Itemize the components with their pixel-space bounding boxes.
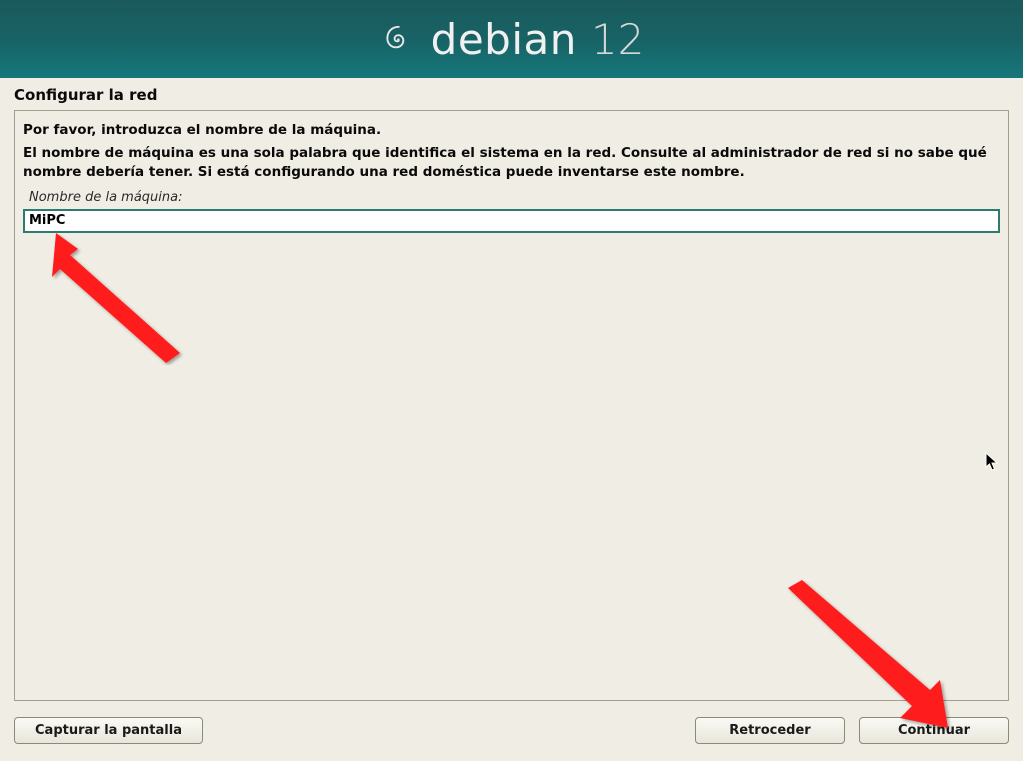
installer-banner: debian 12	[0, 0, 1023, 78]
brand-version: 12	[591, 15, 644, 64]
bottom-toolbar: Capturar la pantalla Retroceder Continua…	[0, 711, 1023, 761]
configure-network-panel: Por favor, introduzca el nombre de la má…	[14, 110, 1009, 701]
description-text: El nombre de máquina es una sola palabra…	[23, 144, 1000, 182]
main-area: Por favor, introduzca el nombre de la má…	[0, 110, 1023, 711]
prompt-text: Por favor, introduzca el nombre de la má…	[23, 121, 1000, 140]
continue-button[interactable]: Continuar	[859, 717, 1009, 744]
hostname-input[interactable]	[23, 209, 1000, 233]
banner-content: debian 12	[379, 15, 645, 64]
screenshot-button[interactable]: Capturar la pantalla	[14, 717, 203, 744]
page-title: Configurar la red	[0, 78, 1023, 110]
hostname-label: Nombre de la máquina:	[29, 190, 1000, 205]
back-button[interactable]: Retroceder	[695, 717, 845, 744]
debian-swirl-icon	[379, 20, 417, 58]
brand-name: debian	[431, 15, 577, 64]
